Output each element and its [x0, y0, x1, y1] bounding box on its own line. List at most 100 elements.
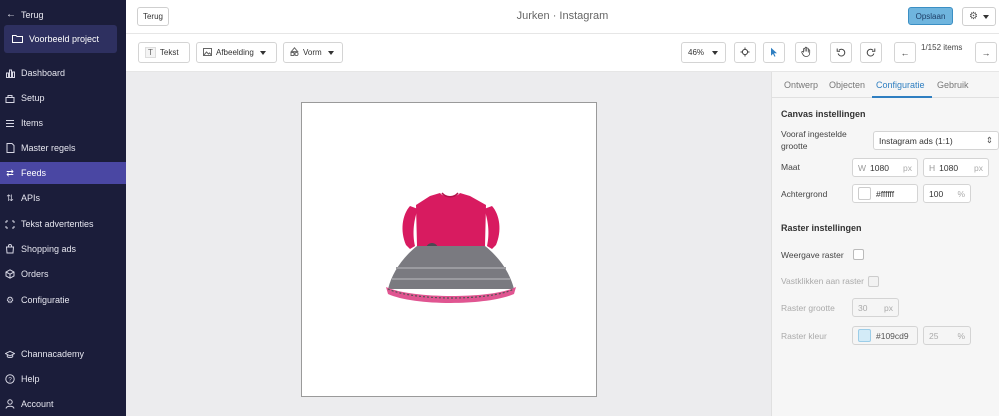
- tab-design[interactable]: Ontwerp: [784, 80, 818, 90]
- sidebar-item-setup[interactable]: Setup: [0, 87, 126, 109]
- select-arrows-icon: ⇕: [985, 135, 993, 145]
- grid-color-swatch[interactable]: [858, 329, 871, 342]
- grid-size-unit: px: [884, 302, 893, 313]
- sidebar-item-label: Configuratie: [21, 295, 70, 305]
- grid-size-value: 30: [858, 302, 868, 313]
- folder-icon: [12, 34, 23, 45]
- sidebar-item-label: Setup: [21, 93, 45, 103]
- add-image-button[interactable]: Afbeelding: [196, 42, 277, 63]
- redo-icon: [866, 47, 876, 59]
- sidebar-item-label: Dashboard: [21, 68, 66, 78]
- settings-dropdown-button[interactable]: ⚙: [962, 7, 996, 26]
- sidebar-item-label: Items: [21, 118, 44, 128]
- svg-text:?: ?: [8, 377, 12, 384]
- show-grid-label: Weergave raster: [781, 250, 844, 260]
- canvas-settings-title: Canvas instellingen: [781, 109, 866, 119]
- rules-icon: [5, 143, 15, 153]
- canvas-workarea: [126, 72, 771, 416]
- save-button[interactable]: Opslaan: [908, 7, 953, 25]
- canvas-width-input[interactable]: W 1080 px: [852, 158, 918, 177]
- add-shape-label: Vorm: [303, 48, 322, 57]
- sidebar-item-label: Feeds: [21, 168, 47, 178]
- opacity-unit: %: [957, 188, 965, 199]
- snap-grid-checkbox[interactable]: [868, 276, 879, 287]
- tab-objects[interactable]: Objecten: [829, 80, 865, 90]
- sidebar-item-help[interactable]: ? Help: [0, 368, 126, 390]
- active-tab-indicator: [872, 96, 932, 98]
- next-item-button[interactable]: →: [975, 42, 997, 63]
- canvas-height-input[interactable]: H 1080 px: [923, 158, 989, 177]
- account-icon: [5, 399, 15, 409]
- snap-grid-label: Vastklikken aan raster: [781, 276, 864, 286]
- grid-size-label: Raster grootte: [781, 303, 835, 313]
- preset-size-value: Instagram ads (1:1): [879, 135, 953, 146]
- arrow-left-icon: ←: [900, 47, 910, 58]
- gear-icon: ⚙: [5, 295, 15, 305]
- arrow-left-icon: ←: [6, 9, 16, 20]
- sidebar-item-text-ads[interactable]: Tekst advertenties: [0, 213, 126, 235]
- grid-opacity-value: 25: [929, 330, 939, 341]
- width-prefix: W: [858, 162, 867, 173]
- sidebar-item-label: Account: [21, 399, 54, 409]
- zoom-value: 46%: [688, 48, 705, 57]
- pan-tool-button[interactable]: [795, 42, 817, 63]
- grid-color-input[interactable]: #109cd9: [852, 326, 918, 345]
- sidebar-item-shopping-ads[interactable]: Shopping ads: [0, 238, 126, 260]
- shape-icon: [290, 47, 299, 58]
- undo-button[interactable]: [830, 42, 852, 63]
- sidebar-item-items[interactable]: Items: [0, 112, 126, 134]
- setup-icon: [5, 93, 15, 103]
- sidebar-item-label: Master regels: [21, 143, 76, 153]
- background-color-value: #ffffff: [876, 188, 895, 199]
- text-ads-icon: [5, 219, 15, 229]
- background-opacity-value: 100: [929, 188, 944, 199]
- sidebar-item-feeds[interactable]: ⇄ Feeds: [0, 162, 126, 184]
- feeds-icon: ⇄: [6, 168, 14, 178]
- project-name: Voorbeeld project: [29, 34, 100, 44]
- add-text-label: Tekst: [159, 48, 179, 57]
- center-button[interactable]: [734, 42, 756, 63]
- sidebar-item-label: Channacademy: [21, 349, 85, 359]
- panel-tabs: Ontwerp Objecten Configuratie Gebruik: [772, 72, 999, 98]
- sidebar-item-channacademy[interactable]: Channacademy: [0, 343, 126, 365]
- hand-icon: [801, 46, 811, 59]
- sidebar-item-configuration[interactable]: ⚙ Configuratie: [0, 289, 126, 311]
- grid-color-value: #109cd9: [876, 330, 909, 341]
- sidebar-item-account[interactable]: Account: [0, 393, 126, 415]
- sidebar-item-dashboard[interactable]: Dashboard: [0, 62, 126, 84]
- sidebar-item-master-rules[interactable]: Master regels: [0, 137, 126, 159]
- dashboard-icon: [5, 68, 15, 78]
- project-selector[interactable]: Voorbeeld project: [4, 25, 117, 53]
- width-unit: px: [903, 162, 912, 173]
- grid-size-input[interactable]: 30 px: [852, 298, 899, 317]
- item-pager: 1/152 items: [921, 43, 963, 52]
- sidebar-item-orders[interactable]: Orders: [0, 263, 126, 285]
- gear-icon: ⚙: [969, 11, 978, 22]
- height-prefix: H: [929, 162, 936, 173]
- grid-opacity-input[interactable]: 25 %: [923, 326, 971, 345]
- tab-usage[interactable]: Gebruik: [937, 80, 969, 90]
- sidebar-item-label: Orders: [21, 269, 49, 279]
- select-tool-button[interactable]: [763, 42, 785, 63]
- add-text-button[interactable]: T Tekst: [138, 42, 190, 63]
- grid-color-label: Raster kleur: [781, 331, 827, 341]
- background-color-input[interactable]: #ffffff: [852, 184, 918, 203]
- zoom-select[interactable]: 46%: [681, 42, 726, 63]
- product-image-dress[interactable]: [302, 103, 598, 398]
- help-icon: ?: [5, 374, 15, 384]
- sidebar-item-label: APIs: [21, 193, 41, 203]
- preset-size-select[interactable]: Instagram ads (1:1) ⇕: [873, 131, 999, 150]
- previous-item-button[interactable]: ←: [894, 42, 916, 63]
- back-link[interactable]: ← Terug: [6, 9, 44, 20]
- back-link-label: Terug: [21, 9, 44, 20]
- background-opacity-input[interactable]: 100 %: [923, 184, 971, 203]
- redo-button[interactable]: [860, 42, 882, 63]
- design-canvas[interactable]: [301, 102, 597, 397]
- undo-icon: [836, 47, 846, 59]
- tab-configuration[interactable]: Configuratie: [876, 80, 925, 90]
- add-shape-button[interactable]: Vorm: [283, 42, 343, 63]
- background-color-swatch[interactable]: [858, 187, 871, 200]
- shopping-icon: [5, 244, 15, 254]
- sidebar-item-apis[interactable]: ⇅ APIs: [0, 187, 126, 209]
- show-grid-checkbox[interactable]: [853, 249, 864, 260]
